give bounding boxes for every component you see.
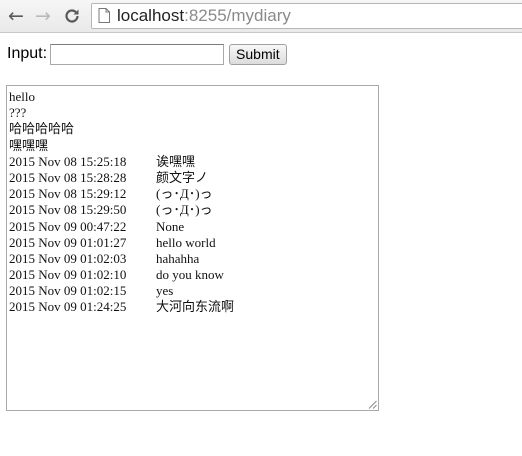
browser-toolbar: ← → localhost:8255/mydiary: [0, 0, 522, 33]
entry-timestamp: 2015 Nov 08 15:29:50: [9, 202, 127, 218]
input-form: Input: Submit: [7, 43, 287, 65]
diary-textarea[interactable]: hello??? 哈哈哈哈哈 嘿嘿嘿 2015 Nov 08 15:25:18 诶嘿嘿 2…: [6, 85, 379, 411]
entry-timestamp: 2015 Nov 08 15:28:28: [9, 169, 127, 185]
diary-line: 嘿嘿嘿: [9, 138, 376, 154]
forward-arrow-icon[interactable]: →: [31, 4, 55, 28]
diary-line: 2015 Nov 09 01:02:15 yes: [9, 283, 376, 299]
diary-line: 2015 Nov 09 00:47:22 None: [9, 219, 376, 235]
diary-line: 2015 Nov 08 15:28:28 颜文字ノ: [9, 170, 376, 186]
entry-text: do you know: [156, 267, 224, 283]
entry-timestamp: 2015 Nov 08 15:25:18: [9, 153, 127, 169]
page-icon: [98, 8, 110, 23]
diary-line: hello: [9, 89, 376, 105]
address-bar[interactable]: localhost:8255/mydiary: [91, 3, 522, 29]
entry-timestamp: 2015 Nov 09 01:01:27: [9, 234, 127, 250]
entry-timestamp: 2015 Nov 09 01:02:03: [9, 250, 127, 266]
diary-line: 哈哈哈哈哈: [9, 121, 376, 137]
entry-text: ???: [9, 105, 27, 121]
entry-text: 诶嘿嘿: [156, 153, 196, 169]
entry-text: None: [156, 218, 185, 234]
url-host: localhost: [117, 6, 185, 25]
reload-icon[interactable]: [60, 4, 84, 28]
entry-text: hello: [9, 89, 35, 104]
page-content: Input: Submit hello??? 哈哈哈哈哈 嘿嘿嘿 2015 Nov 0…: [0, 33, 522, 456]
diary-line: 2015 Nov 09 01:02:10 do you know: [9, 267, 376, 283]
entry-text: 大河向东流啊: [156, 299, 235, 315]
entry-text: (っ･Д･)っ: [156, 202, 213, 218]
entry-text: hello world: [156, 234, 216, 250]
entry-timestamp: 2015 Nov 09 01:24:25: [9, 299, 127, 315]
diary-line: 2015 Nov 08 15:29:12 (っ･Д･)っ: [9, 186, 376, 202]
entry-text: yes: [156, 283, 174, 299]
resize-grip-icon[interactable]: [368, 400, 377, 409]
entry-timestamp: 2015 Nov 08 15:29:12: [9, 186, 127, 202]
entry-text: (っ･Д･)っ: [156, 186, 213, 202]
entry-text: 嘿嘿嘿: [9, 137, 49, 153]
entry-timestamp: 2015 Nov 09 00:47:22: [9, 218, 127, 234]
input-label: Input:: [7, 45, 48, 62]
entry-text: 哈哈哈哈哈: [9, 121, 75, 137]
url-path: :8255/mydiary: [184, 6, 291, 25]
diary-line: ???: [9, 105, 376, 121]
back-arrow-icon[interactable]: ←: [4, 4, 28, 28]
entry-timestamp: 2015 Nov 09 01:02:10: [9, 267, 127, 283]
diary-line: 2015 Nov 09 01:01:27 hello world: [9, 235, 376, 251]
submit-button[interactable]: Submit: [229, 43, 287, 65]
entry-text: hahahha: [156, 250, 200, 266]
diary-input[interactable]: [50, 43, 225, 65]
diary-line: 2015 Nov 09 01:02:03 hahahha: [9, 251, 376, 267]
entry-timestamp: 2015 Nov 09 01:02:15: [9, 283, 127, 299]
diary-line: 2015 Nov 08 15:25:18 诶嘿嘿: [9, 154, 376, 170]
diary-line: 2015 Nov 09 01:24:25 大河向东流啊: [9, 299, 376, 315]
diary-line: 2015 Nov 08 15:29:50 (っ･Д･)っ: [9, 202, 376, 218]
url-text: localhost:8255/mydiary: [117, 7, 291, 25]
entry-text: 颜文字ノ: [156, 169, 209, 185]
diary-lines: hello??? 哈哈哈哈哈 嘿嘿嘿 2015 Nov 08 15:25:18 诶嘿嘿 2…: [9, 89, 376, 316]
